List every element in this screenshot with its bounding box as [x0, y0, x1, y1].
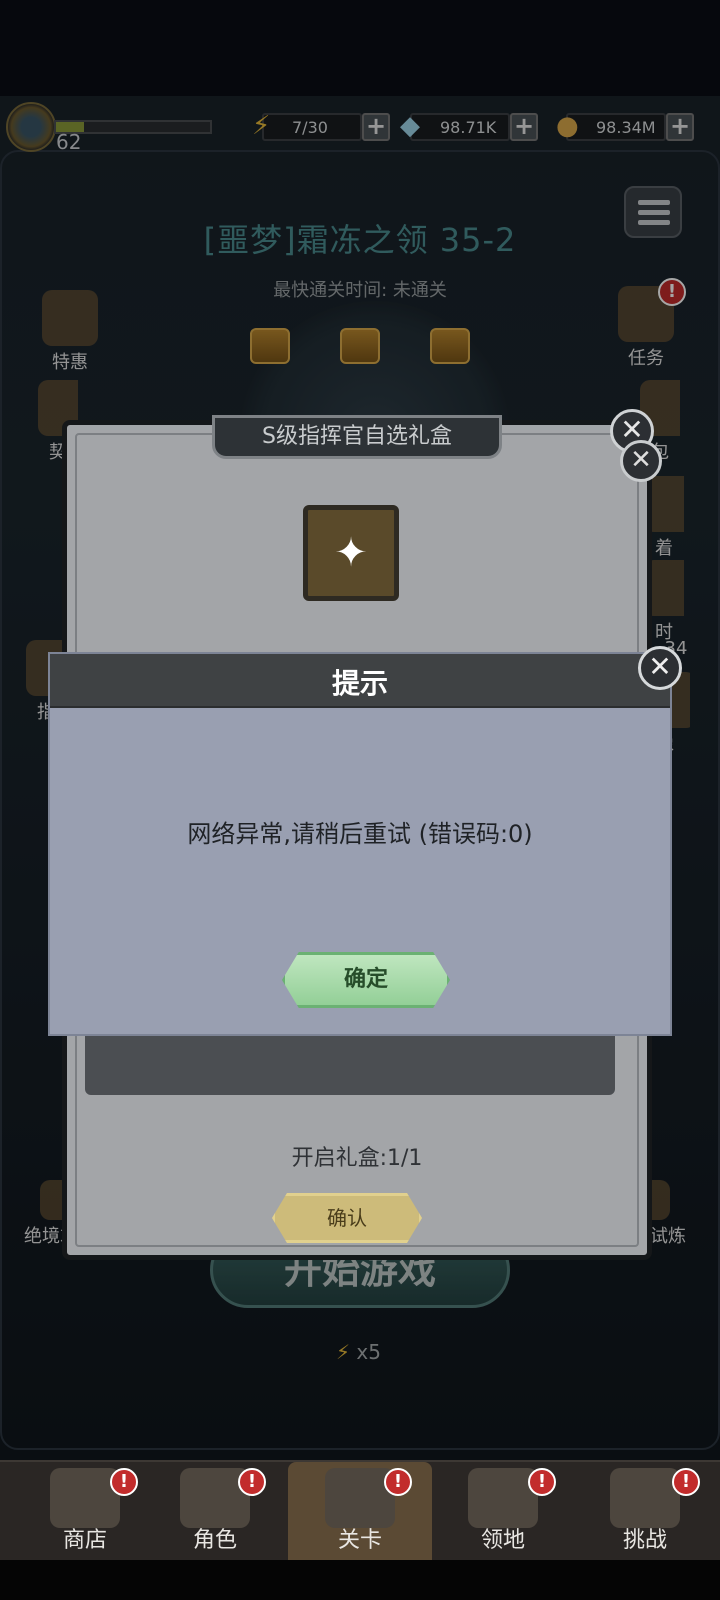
nav-stage[interactable]: 关卡 ! — [288, 1462, 432, 1562]
nav-label: 商店 — [62, 1528, 107, 1553]
close-icon[interactable]: ✕ — [620, 440, 662, 482]
nav-territory[interactable]: 领地 ! — [438, 1462, 568, 1562]
nav-label: 关卡 — [337, 1528, 382, 1553]
nav-label: 领地 — [480, 1528, 525, 1553]
alert-badge-icon: ! — [238, 1468, 266, 1496]
shop-icon — [50, 1468, 120, 1528]
dialog-close-button[interactable]: ✕ — [638, 646, 682, 690]
alert-badge-icon: ! — [528, 1468, 556, 1496]
gift-confirm-button[interactable]: 确认 — [272, 1193, 422, 1243]
nav-shop[interactable]: 商店 ! — [20, 1462, 150, 1562]
navigation-bar-area — [0, 1560, 720, 1600]
alert-badge-icon: ! — [672, 1468, 700, 1496]
nav-character[interactable]: 角色 ! — [150, 1462, 280, 1562]
map-icon — [610, 1468, 680, 1528]
dialog-ok-button[interactable]: 确定 — [282, 952, 450, 1008]
bottom-nav: 商店 ! 角色 ! 关卡 ! 领地 ! 挑战 ! — [0, 1460, 720, 1562]
gift-box-title: S级指挥官自选礼盒 — [212, 415, 502, 459]
nav-challenge[interactable]: 挑战 ! — [580, 1462, 710, 1562]
alert-badge-icon: ! — [110, 1468, 138, 1496]
nav-label: 挑战 — [622, 1528, 667, 1553]
dialog-message: 网络异常,请稍后重试 (错误码:0) — [187, 820, 533, 848]
error-dialog: 提示 ✕ 网络异常,请稍后重试 (错误码:0) 确定 — [48, 646, 682, 1036]
status-area — [0, 0, 720, 96]
alert-badge-icon: ! — [384, 1468, 412, 1496]
nav-label: 角色 — [192, 1528, 237, 1553]
dialog-title: 提示 — [331, 667, 388, 700]
gift-open-count: 开启礼盒:1/1 — [291, 1146, 423, 1171]
castle-icon — [468, 1468, 538, 1528]
dialog-header: 提示 — [50, 654, 670, 708]
gift-bag-icon[interactable]: ✦ — [303, 505, 399, 601]
